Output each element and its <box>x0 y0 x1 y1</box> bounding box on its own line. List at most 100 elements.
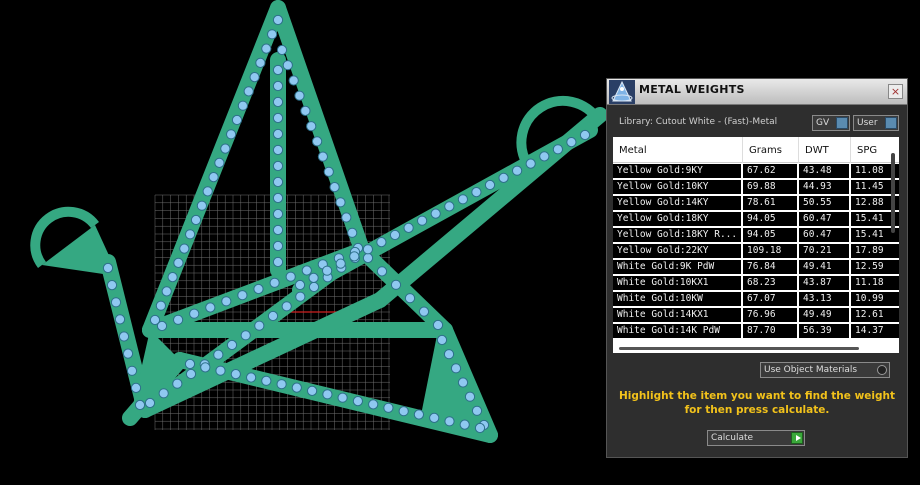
gem-stone <box>254 320 265 331</box>
gem-stone <box>459 419 470 430</box>
panel-titlebar[interactable]: METAL WEIGHTS × <box>607 79 907 105</box>
gem-stone <box>295 291 306 302</box>
cell-dwt: 60.47 <box>799 228 849 242</box>
gem-stone <box>281 301 292 312</box>
gem-stone <box>306 121 317 132</box>
table-row[interactable]: White Gold:14K PdW 87.70 56.39 14.37 <box>613 323 899 339</box>
gem-stone <box>261 43 272 54</box>
gem-stone <box>276 44 288 56</box>
gem-stone <box>525 158 536 169</box>
column-header-grams[interactable]: Grams <box>743 137 799 163</box>
gem-stone <box>272 80 284 92</box>
vertical-scrollbar[interactable] <box>891 153 895 233</box>
gem-stone <box>288 75 299 86</box>
gem-stone <box>167 272 178 283</box>
cell-grams: 67.62 <box>743 164 797 178</box>
gem-stone <box>261 375 272 386</box>
gem-stone <box>200 362 211 373</box>
gem-stone <box>308 272 319 283</box>
gem-stone <box>172 378 183 389</box>
table-row[interactable]: Yellow Gold:22KY 109.18 70.21 17.89 <box>613 243 899 259</box>
gem-stone <box>272 256 284 268</box>
metal-weights-table[interactable]: Metal Grams DWT SPG Yellow Gold:9KY 67.62… <box>613 137 899 353</box>
gem-stone <box>272 160 284 172</box>
table-row[interactable]: Yellow Gold:10KY 69.88 44.93 11.45 <box>613 179 899 195</box>
gem-stone <box>457 377 469 388</box>
gem-stone <box>155 300 166 311</box>
gem-stone <box>184 358 196 370</box>
table-row[interactable]: White Gold:10KW 67.07 43.13 10.99 <box>613 291 899 307</box>
gem-stone <box>214 157 225 168</box>
gem-stone <box>474 422 486 434</box>
radio-indicator-icon <box>877 365 887 375</box>
gem-stone <box>383 402 394 413</box>
gem-stone <box>337 392 348 403</box>
horizontal-scrollbar[interactable] <box>619 347 859 350</box>
cell-dwt: 44.93 <box>799 180 849 194</box>
table-row[interactable]: Yellow Gold:18KY 94.05 60.47 15.41 <box>613 211 899 227</box>
gem-stone <box>106 280 118 291</box>
gem-stone <box>291 382 302 393</box>
gem-stone <box>272 240 284 252</box>
gem-stone <box>552 144 564 155</box>
gem-stone <box>322 265 333 276</box>
gem-stone <box>301 265 312 276</box>
table-row[interactable]: Yellow Gold:9KY 67.62 43.48 11.08 <box>613 163 899 179</box>
gem-stone <box>240 330 251 341</box>
cell-metal: White Gold:9K PdW <box>613 260 741 274</box>
gem-stone <box>202 186 213 197</box>
gem-stone <box>246 372 257 383</box>
gv-toggle[interactable]: GV <box>812 115 850 131</box>
gem-stone <box>390 279 402 290</box>
table-header: Metal Grams DWT SPG <box>613 137 899 163</box>
crane-pendant-model[interactable] <box>30 0 608 443</box>
gem-stone <box>267 29 278 40</box>
gem-stone <box>102 262 114 274</box>
gem-stone <box>110 297 122 308</box>
cell-dwt: 43.48 <box>799 164 849 178</box>
gem-stone <box>221 296 232 307</box>
table-row[interactable]: White Gold:10KX1 68.23 43.87 11.18 <box>613 275 899 291</box>
user-toggle-label: User <box>857 118 878 128</box>
table-row[interactable]: White Gold:9K PdW 76.84 49.41 12.59 <box>613 259 899 275</box>
close-button[interactable]: × <box>888 84 903 99</box>
cell-metal: Yellow Gold:18KY <box>613 212 741 226</box>
user-toggle[interactable]: User <box>853 115 899 131</box>
cell-dwt: 70.21 <box>799 244 849 258</box>
gem-stone <box>213 349 224 360</box>
column-header-metal[interactable]: Metal <box>613 137 743 163</box>
gem-stone <box>430 208 441 219</box>
instructions-text: Highlight the item you want to find the … <box>619 390 895 416</box>
calculate-label: Calculate <box>711 433 754 443</box>
gem-stone <box>220 143 231 154</box>
gem-stone <box>484 179 496 191</box>
gem-stone <box>352 396 363 407</box>
cell-dwt: 60.47 <box>799 212 849 226</box>
cell-dwt: 49.41 <box>799 260 849 274</box>
gem-stone <box>294 279 306 291</box>
metal-weights-app-icon <box>609 80 635 104</box>
use-object-materials-toggle[interactable]: Use Object Materials <box>760 362 890 378</box>
table-row[interactable]: White Gold:14KX1 76.96 49.49 12.61 <box>613 307 899 323</box>
table-row[interactable]: Yellow Gold:14KY 78.61 50.55 12.88 <box>613 195 899 211</box>
gem-stone <box>185 368 197 380</box>
cell-spg: 12.59 <box>851 260 899 274</box>
gem-stone <box>226 339 238 351</box>
gem-stone <box>230 369 241 380</box>
gem-stone <box>471 405 483 416</box>
gem-stone <box>161 286 172 297</box>
gem-stone <box>512 165 523 176</box>
cell-spg: 10.99 <box>851 292 899 306</box>
gem-stone <box>272 176 284 188</box>
gem-stone <box>269 277 280 288</box>
cell-grams: 87.70 <box>743 324 797 338</box>
calculate-button[interactable]: Calculate <box>707 430 805 446</box>
column-header-dwt[interactable]: DWT <box>799 137 851 163</box>
cell-spg: 11.18 <box>851 276 899 290</box>
gem-stone <box>322 389 333 400</box>
gem-stone <box>335 258 346 269</box>
cell-grams: 94.05 <box>743 212 797 226</box>
table-row[interactable]: Yellow Gold:18KY R... 94.05 60.47 15.41 <box>613 227 899 243</box>
cell-grams: 68.23 <box>743 276 797 290</box>
use-object-materials-label: Use Object Materials <box>764 365 858 375</box>
